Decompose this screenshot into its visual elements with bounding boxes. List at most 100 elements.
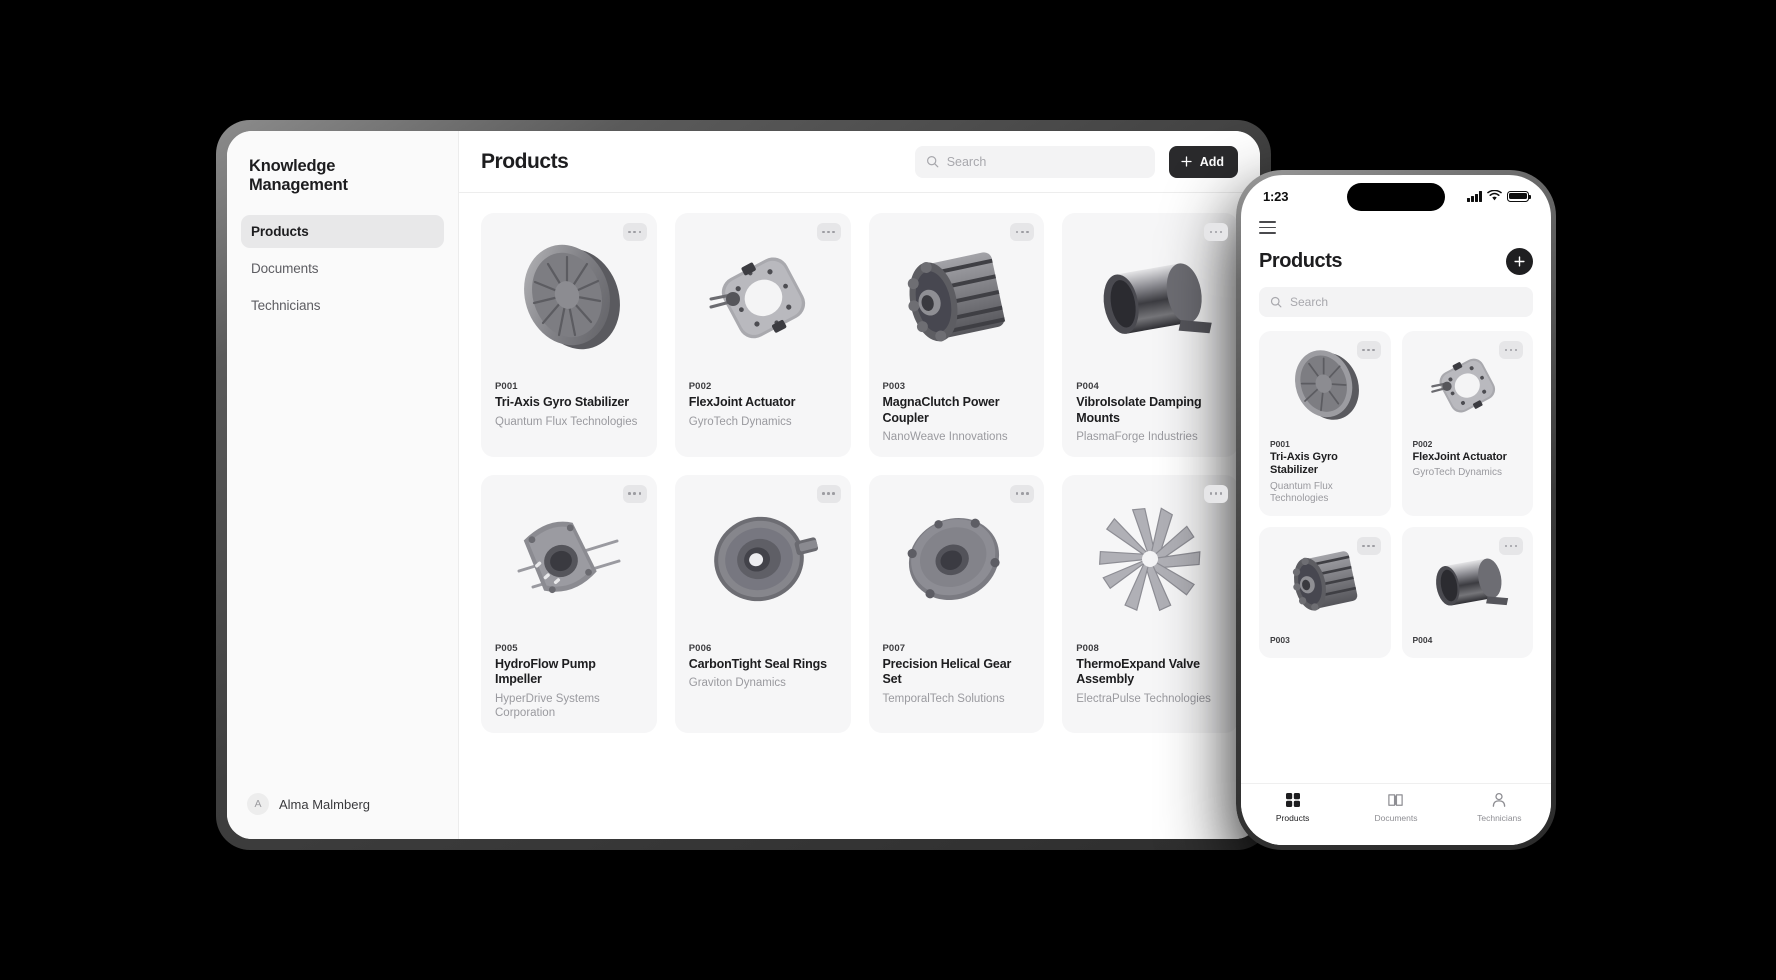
add-button-label: Add <box>1199 154 1224 169</box>
card-menu-button[interactable] <box>1356 341 1381 360</box>
phone-products-grid: P001 Tri-Axis Gyro Stabilizer Quantum Fl… <box>1241 317 1551 783</box>
product-sku: P008 <box>1076 642 1099 654</box>
product-info: P003 <box>1259 635 1391 645</box>
product-vendor: Quantum Flux Technologies <box>1270 480 1333 505</box>
product-image <box>1062 475 1238 643</box>
product-card[interactable]: P005 HydroFlow Pump Impeller HyperDrive … <box>481 474 657 733</box>
pump-icon <box>517 521 621 593</box>
sidebar-item-label: Technicians <box>251 298 321 313</box>
product-image <box>1062 213 1238 381</box>
card-menu-button[interactable] <box>622 484 647 503</box>
app-title: Knowledge Management <box>249 157 348 194</box>
product-image <box>869 475 1045 643</box>
main-content: Products Search Add P001 Tri-Axis Gyro S… <box>459 131 1260 839</box>
gyro-disc-icon <box>523 244 620 350</box>
products-grid: P001 Tri-Axis Gyro Stabilizer Quantum Fl… <box>481 213 1238 733</box>
product-sku: P003 <box>882 381 906 392</box>
product-name: MagnaClutch Power Coupler <box>882 395 1000 425</box>
product-name: Tri-Axis Gyro Stabilizer <box>495 395 629 409</box>
card-menu-button[interactable] <box>816 484 841 503</box>
product-name: Tri-Axis Gyro Stabilizer <box>1270 451 1338 477</box>
dynamic-island <box>1347 183 1445 211</box>
star-fan-icon <box>1099 507 1201 611</box>
flex-joint-icon <box>709 257 805 339</box>
product-card[interactable]: P004 <box>1401 526 1534 658</box>
product-sku: P004 <box>1412 634 1433 645</box>
card-menu-button[interactable] <box>1499 536 1523 555</box>
page-title: Products <box>481 149 569 173</box>
sidebar-item-technicians[interactable]: Technicians <box>241 289 444 322</box>
phone-search-input[interactable]: Search <box>1259 287 1533 318</box>
hamburger-icon[interactable] <box>1259 221 1276 235</box>
phone-title-row: Products <box>1241 238 1551 276</box>
phone-search-placeholder: Search <box>1290 295 1329 310</box>
screenshot-stage: Knowledge Management Products Documents … <box>0 0 1776 980</box>
housing-icon <box>907 517 1000 600</box>
card-menu-button[interactable] <box>1356 536 1381 555</box>
product-card[interactable]: P001 Tri-Axis Gyro Stabilizer Quantum Fl… <box>481 213 657 457</box>
product-info: P002 FlexJoint Actuator GyroTech Dynamic… <box>1402 439 1534 480</box>
status-time: 1:23 <box>1263 188 1289 204</box>
card-menu-button[interactable] <box>1010 484 1035 503</box>
card-menu-button[interactable] <box>1204 223 1228 241</box>
tab-bar: Products Documents Technicians <box>1241 783 1551 845</box>
sidebar-item-products[interactable]: Products <box>241 215 444 248</box>
tablet-device: Knowledge Management Products Documents … <box>216 120 1271 850</box>
products-body: P001 Tri-Axis Gyro Stabilizer Quantum Fl… <box>459 193 1260 839</box>
search-icon <box>1270 296 1282 308</box>
product-card[interactable]: P006 CarbonTight Seal Rings Graviton Dyn… <box>674 474 851 733</box>
card-menu-button[interactable] <box>622 223 647 241</box>
tablet-screen: Knowledge Management Products Documents … <box>227 131 1260 839</box>
flex-joint-icon <box>1431 358 1496 413</box>
product-card[interactable]: P002 FlexJoint Actuator GyroTech Dynamic… <box>674 213 851 457</box>
product-card[interactable]: P007 Precision Helical Gear Set Temporal… <box>868 474 1045 733</box>
signal-bars-icon <box>1467 190 1482 202</box>
card-menu-button[interactable] <box>816 223 841 241</box>
user-profile[interactable]: A Alma Malmberg <box>241 785 444 823</box>
product-sku: P002 <box>1412 439 1433 450</box>
product-card[interactable]: P003 MagnaClutch Power Coupler NanoWeave… <box>868 213 1045 457</box>
product-image <box>1259 331 1391 439</box>
product-image <box>1402 527 1534 635</box>
product-card[interactable]: P004 VibroIsolate Damping Mounts PlasmaF… <box>1062 213 1238 457</box>
add-button[interactable]: Add <box>1168 145 1238 178</box>
phone-topbar <box>1241 217 1551 238</box>
card-menu-button[interactable] <box>1204 484 1228 503</box>
product-name: CarbonTight Seal Rings <box>688 656 827 671</box>
rotor-icon <box>1292 551 1358 611</box>
product-sku: P007 <box>882 642 906 654</box>
product-vendor: GyroTech Dynamics <box>688 415 792 428</box>
search-input[interactable]: Search <box>914 145 1155 178</box>
card-menu-button[interactable] <box>1010 223 1035 241</box>
card-menu-button[interactable] <box>1499 341 1523 360</box>
product-info: P005 HydroFlow Pump Impeller HyperDrive … <box>481 643 657 721</box>
add-product-fab[interactable] <box>1506 248 1533 276</box>
rotor-icon <box>908 252 1006 342</box>
sidebar-item-documents[interactable]: Documents <box>241 252 444 285</box>
wifi-icon <box>1487 190 1502 201</box>
product-info: P006 CarbonTight Seal Rings Graviton Dyn… <box>675 643 851 691</box>
search-icon <box>926 156 939 168</box>
product-vendor: HyperDrive Systems Corporation <box>495 692 600 720</box>
product-info: P003 MagnaClutch Power Coupler NanoWeave… <box>869 381 1045 445</box>
tab-products[interactable]: Products <box>1241 792 1344 823</box>
product-vendor: TemporalTech Solutions <box>882 692 1005 705</box>
product-card[interactable]: P001 Tri-Axis Gyro Stabilizer Quantum Fl… <box>1259 331 1391 516</box>
phone-device: 1:23 Products Search P001 Tri-Axis Gyro … <box>1236 170 1556 850</box>
sidebar-item-label: Documents <box>251 261 319 276</box>
product-vendor: Graviton Dynamics <box>688 677 786 690</box>
tab-technicians[interactable]: Technicians <box>1448 792 1551 823</box>
tab-documents[interactable]: Documents <box>1344 792 1447 823</box>
product-vendor: ElectraPulse Technologies <box>1076 692 1211 705</box>
status-bar: 1:23 <box>1241 175 1551 217</box>
main-header: Products Search Add <box>459 131 1260 193</box>
plus-icon <box>1514 256 1525 267</box>
product-info: P001 Tri-Axis Gyro Stabilizer Quantum Fl… <box>481 381 657 429</box>
product-card[interactable]: P003 <box>1259 526 1391 658</box>
product-card[interactable]: P002 FlexJoint Actuator GyroTech Dynamic… <box>1401 331 1534 516</box>
product-image <box>675 213 851 381</box>
product-card[interactable]: P008 ThermoExpand Valve Assembly Electra… <box>1062 474 1238 733</box>
gyro-disc-icon <box>1294 350 1359 420</box>
product-vendor: GyroTech Dynamics <box>1412 467 1502 479</box>
